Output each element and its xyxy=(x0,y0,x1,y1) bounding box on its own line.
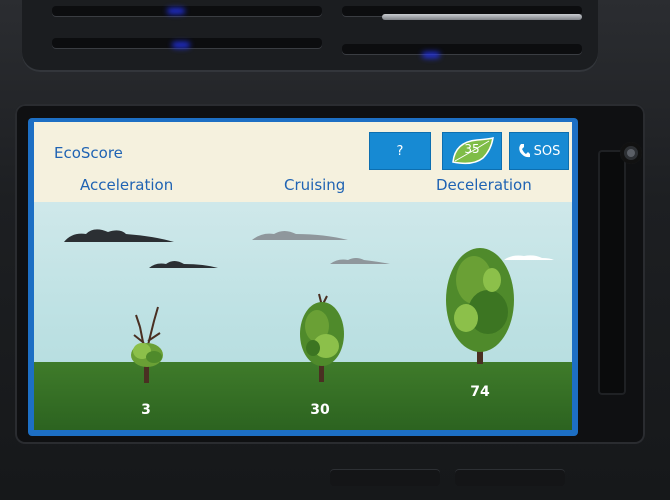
eco-score-button[interactable]: 35 xyxy=(442,132,502,170)
help-button[interactable]: ? xyxy=(369,132,431,170)
bottom-vent xyxy=(455,470,565,486)
volume-knob[interactable] xyxy=(620,142,642,164)
tab-acceleration[interactable]: Acceleration xyxy=(80,176,173,194)
score-cruising: 30 xyxy=(310,402,330,418)
phone-icon xyxy=(518,144,530,158)
vent-control-bar[interactable] xyxy=(382,14,582,20)
vent-slot xyxy=(342,44,582,54)
cloud-icon xyxy=(64,229,174,242)
sos-button[interactable]: SOS xyxy=(509,132,569,170)
ambient-light xyxy=(167,8,185,14)
header-bar: EcoScore Acceleration Cruising Decelerat… xyxy=(34,122,572,202)
cloud-icon xyxy=(330,258,390,264)
tree-deceleration xyxy=(446,248,514,364)
ambient-light xyxy=(172,42,190,48)
tab-cruising[interactable]: Cruising xyxy=(284,176,345,194)
score-deceleration: 74 xyxy=(470,384,490,400)
ambient-light xyxy=(422,52,440,58)
cd-slot xyxy=(598,150,626,395)
tree-cruising xyxy=(300,293,344,382)
bottom-vent xyxy=(330,470,440,486)
tree-acceleration xyxy=(131,306,163,383)
eco-score-value: 35 xyxy=(464,142,480,156)
cloud-icon xyxy=(149,261,218,268)
cloud-icon xyxy=(252,231,348,240)
app-title: EcoScore xyxy=(54,144,123,162)
tab-deceleration[interactable]: Deceleration xyxy=(436,176,532,194)
display-screen: 3 30 74 EcoScore Acceleration Cruising D… xyxy=(28,118,578,436)
air-vent-panel xyxy=(22,0,598,72)
sos-label: SOS xyxy=(533,143,561,159)
score-acceleration: 3 xyxy=(141,402,151,418)
vent-slot xyxy=(52,6,322,16)
